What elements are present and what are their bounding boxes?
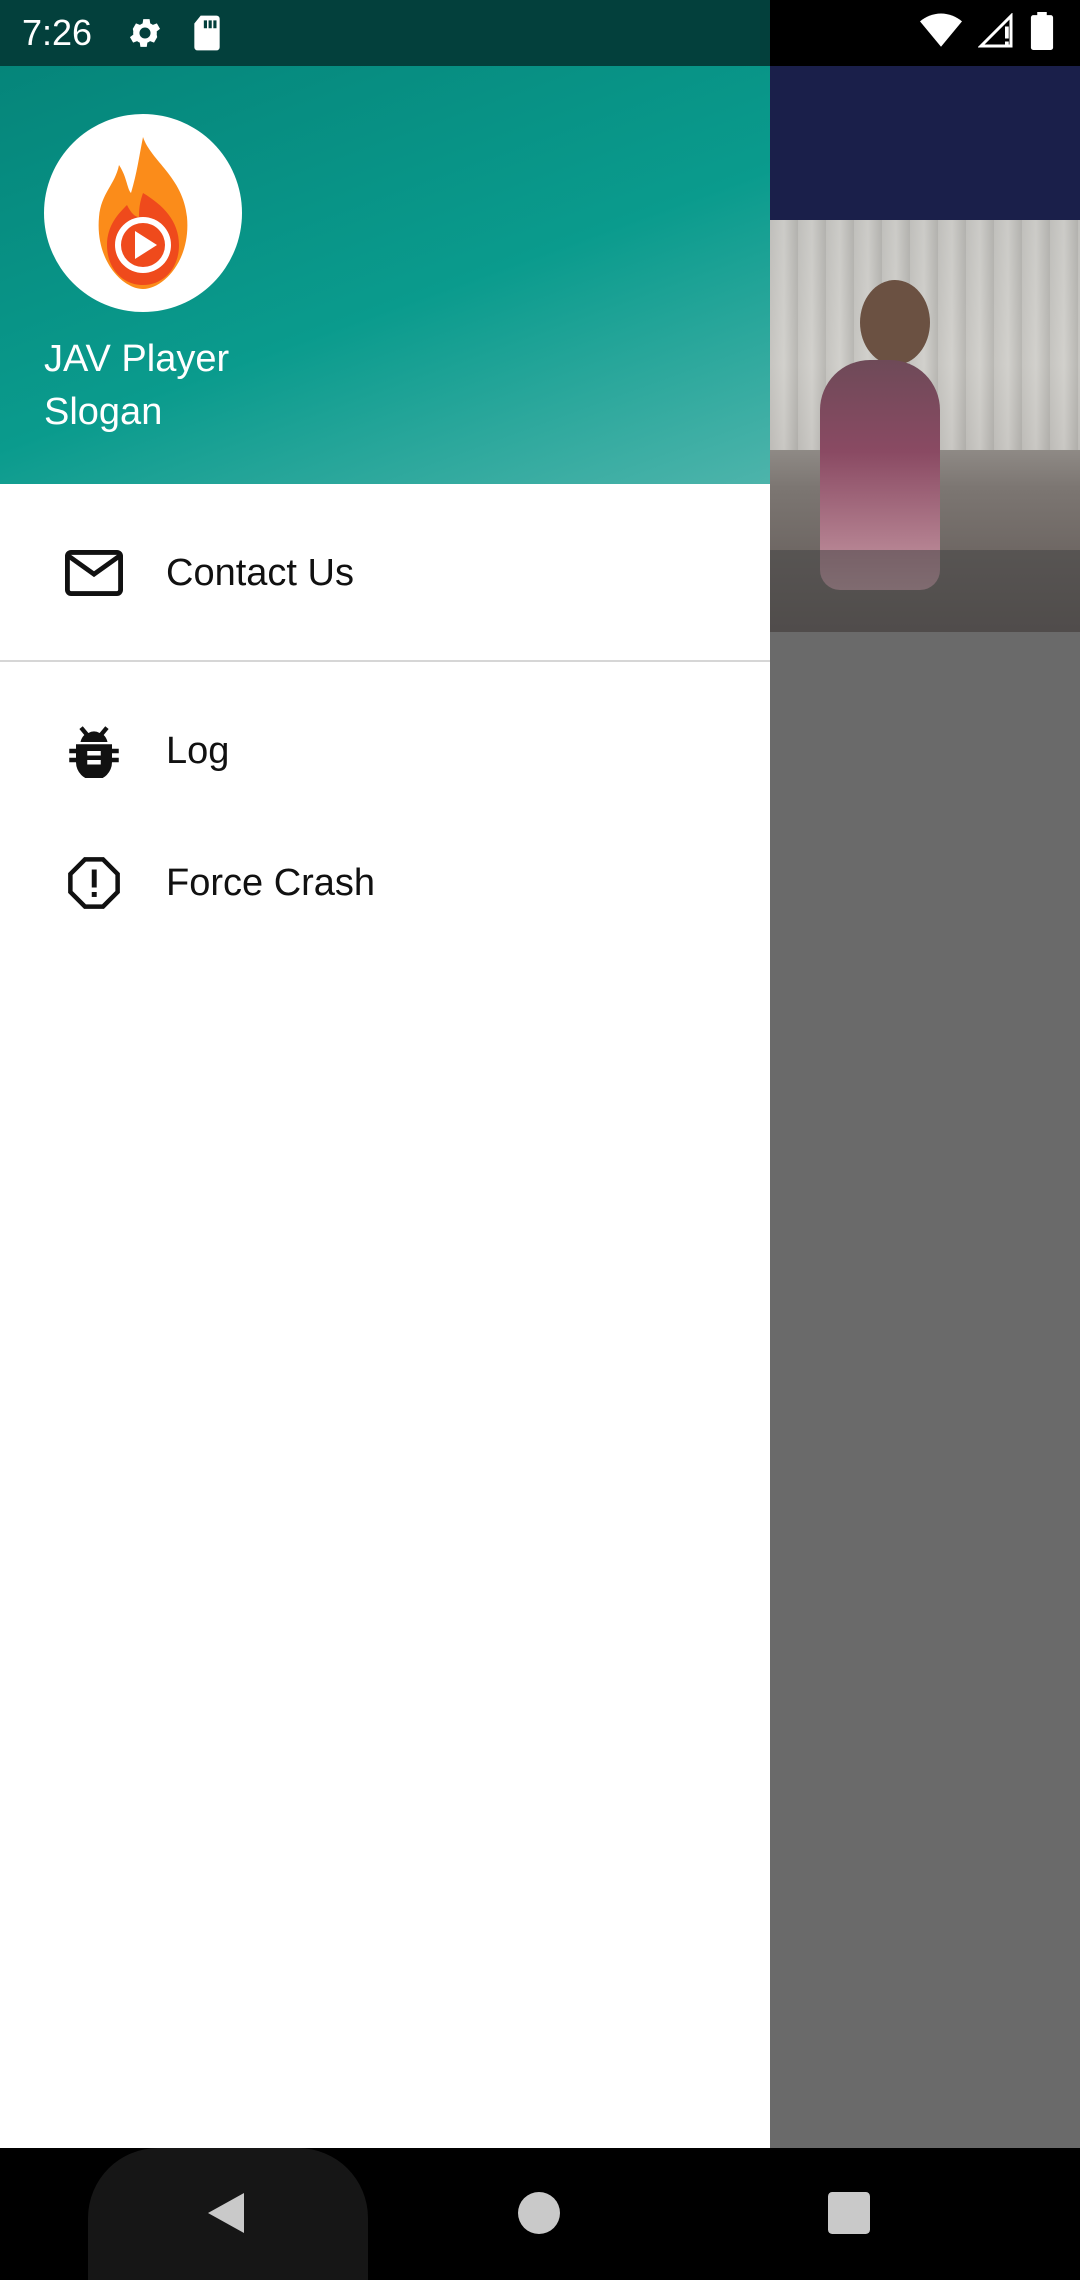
status-bar: 7:26 — [0, 0, 1080, 66]
error-octagon-icon — [64, 853, 124, 913]
mail-icon — [64, 543, 124, 603]
menu-item-log[interactable]: Log — [0, 686, 770, 816]
menu-item-force-crash[interactable]: Force Crash — [0, 818, 770, 948]
menu-divider — [0, 660, 770, 662]
thumbnail-shade — [770, 550, 1080, 632]
app-title: JAV Player — [44, 338, 230, 380]
status-time: 7:26 — [22, 12, 93, 53]
system-nav-bar — [0, 2148, 1080, 2280]
gear-icon — [126, 14, 164, 57]
navigation-drawer: JAV Player Slogan Contact Us Log Force C… — [0, 66, 770, 2148]
status-bar-tinted — [0, 0, 770, 66]
wifi-icon — [920, 13, 962, 54]
menu-item-label: Contact Us — [166, 551, 354, 594]
flame-play-logo — [98, 137, 188, 289]
video-thumbnail[interactable] — [770, 220, 1080, 632]
app-logo — [44, 114, 242, 312]
thumbnail-figure-head — [860, 280, 930, 365]
recents-icon[interactable] — [828, 2192, 870, 2239]
app-slogan: Slogan — [44, 391, 163, 433]
status-right-icons — [920, 12, 1054, 55]
sd-card-icon — [190, 14, 224, 57]
menu-item-label: Log — [166, 729, 230, 772]
back-icon[interactable] — [204, 2188, 248, 2243]
home-icon[interactable] — [518, 2192, 560, 2239]
drawer-header: JAV Player Slogan — [0, 66, 770, 484]
signal-icon — [977, 12, 1014, 54]
menu-item-contact-us[interactable]: Contact Us — [0, 508, 770, 638]
menu-item-label: Force Crash — [166, 861, 376, 904]
battery-icon — [1030, 12, 1054, 55]
bug-icon — [64, 721, 124, 781]
